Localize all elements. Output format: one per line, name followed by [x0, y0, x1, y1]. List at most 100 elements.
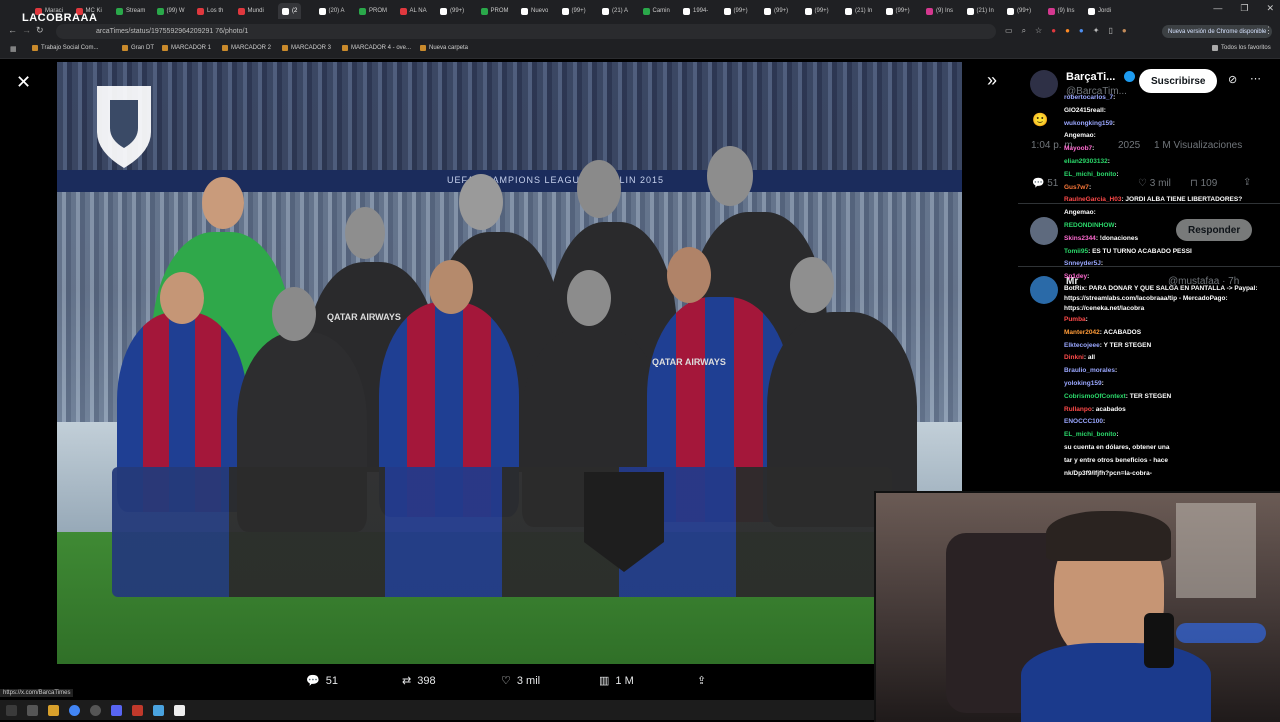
browser-tab[interactable]: Jordi — [1088, 3, 1111, 19]
app-icon[interactable] — [153, 704, 164, 716]
bookmark-item[interactable]: MARCADOR 2 — [222, 45, 271, 51]
expand-sidebar-icon[interactable]: » — [987, 70, 997, 91]
chat-text: tar y entre otros beneficios - hace — [1064, 456, 1169, 464]
repost-action[interactable]: ⇄ 398 — [402, 674, 436, 688]
obs-icon[interactable] — [90, 704, 101, 716]
browser-tab[interactable]: (99+) — [885, 3, 910, 19]
browser-tab[interactable]: Camin — [642, 3, 670, 19]
apps-grid-icon[interactable]: ▦ — [10, 45, 17, 53]
bookmark-item[interactable]: MARCADOR 3 — [282, 45, 331, 51]
chat-username: RaulneGarcia_H03 — [1064, 196, 1122, 204]
browser-tab[interactable]: (99+) — [804, 3, 829, 19]
browser-tab[interactable]: PROM — [480, 3, 509, 19]
browser-tab[interactable]: Nuevo — [521, 3, 548, 19]
like-action[interactable]: ♡ 3 mil — [501, 674, 540, 688]
browser-tab[interactable]: (99) W — [156, 3, 185, 19]
browser-tab[interactable]: (99+) — [764, 3, 788, 19]
cast-icon[interactable]: ▭ — [1005, 26, 1013, 36]
bookmark-icon — [222, 45, 228, 51]
browser-tab[interactable]: (99+) — [561, 3, 586, 19]
player-head — [160, 272, 204, 324]
bookmark-item[interactable]: Gran DT — [122, 45, 154, 51]
share-action[interactable]: ⇪ — [697, 674, 706, 687]
browser-tab[interactable]: (9) Ins — [1047, 3, 1075, 19]
chat-message: Braulio_morales: — [1064, 365, 1264, 378]
profile-avatar-icon[interactable]: ● — [1122, 26, 1127, 36]
verified-badge-icon — [1124, 71, 1135, 82]
browser-tab[interactable]: Mundi — [237, 3, 264, 19]
tab-label: Jordi — [1098, 8, 1112, 14]
browser-tab[interactable]: (99+) — [723, 3, 748, 19]
more-icon[interactable]: ⋯ — [1250, 72, 1261, 85]
chrome-menu-icon[interactable]: ⋮ — [1264, 25, 1273, 36]
browser-tab[interactable]: 1994- — [683, 3, 708, 19]
tab-label: AL NA — [409, 8, 427, 14]
browser-tab[interactable]: (9) Ins — [926, 3, 953, 19]
chat-message: Pumba: — [1064, 314, 1264, 327]
extension-blue-icon[interactable]: ● — [1079, 26, 1084, 36]
zoom-icon[interactable]: ⌕ — [1022, 26, 1026, 36]
discord-icon[interactable] — [111, 704, 122, 716]
sidebar-reply-count[interactable]: 💬 51 — [1032, 178, 1058, 189]
extension-red-icon[interactable]: ● — [1051, 26, 1056, 36]
account-name[interactable]: BarçaTi... — [1066, 71, 1115, 83]
all-bookmarks[interactable]: Todos los favoritos — [1212, 45, 1271, 51]
views-action[interactable]: ▥ 1 M — [599, 674, 634, 688]
browser-tab[interactable]: (20) A — [318, 3, 345, 19]
tab-label: Stream — [126, 8, 146, 14]
reply-user-avatar — [1030, 217, 1058, 245]
browser-tab[interactable]: PROM — [359, 3, 387, 19]
grok-icon[interactable]: ⊘ — [1228, 73, 1237, 86]
chat-message: EL_michi_bonito: — [1064, 169, 1264, 182]
reload-icon[interactable]: ↻ — [36, 25, 44, 36]
browser-tab[interactable]: (99+) — [440, 3, 464, 19]
all-bookmarks-label: Todos los favoritos — [1221, 45, 1271, 51]
account-avatar[interactable] — [1030, 70, 1058, 98]
extensions-puzzle-icon[interactable]: ✦ — [1093, 26, 1100, 36]
bookmark-item[interactable]: Trabajo Social Com... — [32, 45, 98, 51]
maximize-button[interactable]: ❐ — [1240, 3, 1248, 14]
bookmark-item[interactable]: MARCADOR 1 — [162, 45, 211, 51]
chat-text: : — [1114, 221, 1117, 229]
chat-username: ENOCCC100 — [1064, 418, 1104, 426]
chat-message: REDONDINHOW: — [1064, 220, 1264, 233]
tab-label: PROM — [490, 8, 509, 14]
browser-tab[interactable]: (99+) — [1007, 3, 1031, 19]
browser-tab[interactable]: (21) In — [845, 3, 872, 19]
subscribe-button[interactable]: Suscribirse — [1139, 69, 1218, 93]
tab-favicon-icon — [359, 7, 366, 15]
bookmarks-bar: ▦ Trabajo Social Com... Gran DT MARCADOR 1… — [0, 42, 1280, 59]
chat-text: : Y TER STEGEN — [1099, 341, 1152, 349]
minimize-button[interactable]: — — [1213, 3, 1222, 14]
app-icon[interactable] — [174, 704, 185, 716]
task-view-icon[interactable] — [27, 704, 38, 716]
browser-tab[interactable]: (2 — [278, 3, 302, 19]
browser-tab[interactable]: Stream — [116, 3, 145, 19]
windows-start-icon[interactable] — [6, 704, 17, 716]
browser-tab[interactable]: (21) In — [966, 3, 994, 19]
reply-action[interactable]: 💬 51 — [306, 674, 338, 688]
forward-icon[interactable]: → — [22, 25, 31, 35]
chrome-icon[interactable] — [69, 704, 80, 716]
player-head — [790, 257, 834, 313]
close-window-button[interactable]: ✕ — [1266, 3, 1274, 14]
chat-message: EL_michi_bonito: — [1064, 429, 1264, 442]
browser-tab[interactable]: AL NA — [399, 3, 427, 19]
tab-favicon-icon — [885, 7, 893, 15]
chrome-update-button[interactable]: Nueva versión de Chrome disponible — [1162, 25, 1273, 38]
app-icon[interactable] — [132, 704, 143, 716]
bookmark-item[interactable]: Nueva carpeta — [420, 45, 468, 51]
sidebar-icon[interactable]: ▯ — [1108, 26, 1112, 36]
browser-tab[interactable]: Los th — [197, 3, 223, 19]
close-photo-icon[interactable]: ✕ — [16, 72, 31, 93]
extension-orange-icon[interactable]: ● — [1065, 26, 1070, 36]
tab-label: (21) In — [976, 8, 994, 14]
back-icon[interactable]: ← — [8, 25, 17, 35]
bookmark-item[interactable]: MARCADOR 4 - ove... — [342, 45, 411, 51]
tab-favicon-icon — [642, 7, 650, 15]
window-controls: — ❐ ✕ — [1213, 3, 1274, 14]
file-explorer-icon[interactable] — [48, 704, 59, 716]
star-icon[interactable]: ☆ — [1035, 26, 1042, 36]
browser-tab[interactable]: (21) A — [602, 3, 628, 19]
address-bar[interactable]: arcaTimes/status/1975592964209291 76/pho… — [56, 24, 996, 39]
